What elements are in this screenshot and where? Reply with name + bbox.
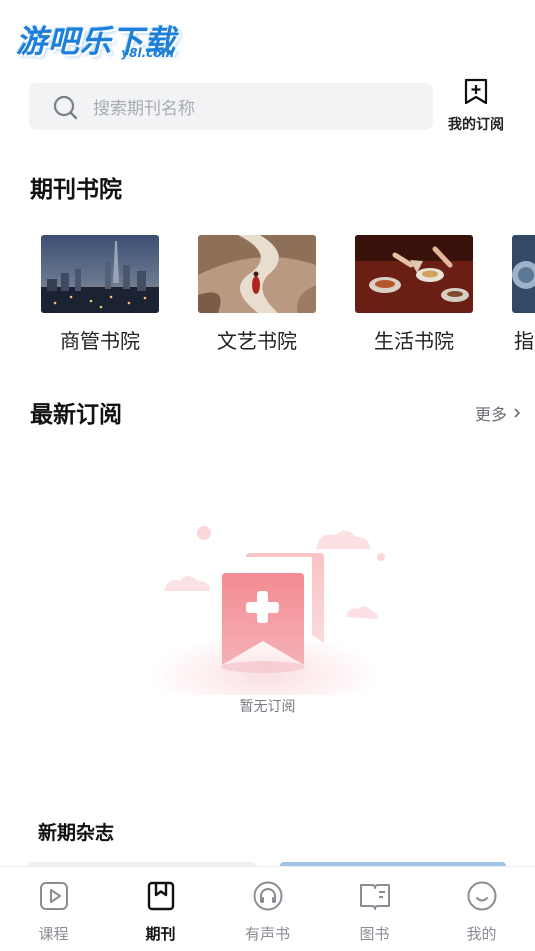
academy-card-arts[interactable]: 文艺书院 <box>198 235 316 354</box>
section-title-new-issues: 新期杂志 <box>38 818 115 847</box>
bookmark-plus-icon <box>463 78 489 110</box>
academy-thumb-partial <box>512 235 535 313</box>
headphones-icon <box>252 880 284 916</box>
tab-label: 期刊 <box>145 925 176 943</box>
watermark-domain: y8l.com <box>121 46 174 60</box>
section-title-latest-text: 最新订阅 <box>30 401 122 428</box>
academy-carousel[interactable]: 商管书院 文艺书院 生活书院 指 <box>41 235 535 365</box>
empty-state-text: 暂无订阅 <box>239 699 296 715</box>
tab-audiobooks[interactable]: 有声书 <box>214 867 321 951</box>
search-icon <box>51 92 81 122</box>
section-title-academies: 期刊书院 <box>30 170 122 206</box>
section-title-academies-text: 期刊书院 <box>30 176 122 203</box>
my-subscriptions-button[interactable]: 我的订阅 <box>440 78 512 138</box>
academy-card-business[interactable]: 商管书院 <box>41 235 159 354</box>
search-bar[interactable]: 搜索期刊名称 <box>29 83 433 130</box>
academy-thumb-dinner <box>355 235 473 313</box>
tab-label: 有声书 <box>244 925 290 943</box>
tab-books[interactable]: 图书 <box>321 867 428 951</box>
tab-label: 课程 <box>38 925 69 943</box>
search-placeholder: 搜索期刊名称 <box>93 99 195 119</box>
tab-courses[interactable]: 课程 <box>0 867 107 951</box>
tab-label: 图书 <box>359 925 390 943</box>
tab-journals[interactable]: 期刊 <box>107 867 214 951</box>
section-title-new-issues-text: 新期杂志 <box>38 822 115 844</box>
bookmark-square-icon <box>145 880 177 916</box>
watermark-logo: 游吧乐下载 y8l.com <box>16 16 186 68</box>
chevron-right-icon <box>513 404 521 423</box>
academy-card-life[interactable]: 生活书院 <box>355 235 473 354</box>
academy-label: 生活书院 <box>374 329 454 353</box>
my-subscriptions-label: 我的订阅 <box>448 117 504 133</box>
smile-icon <box>466 880 498 916</box>
academy-label: 文艺书院 <box>217 329 297 353</box>
tab-label: 我的 <box>466 925 497 943</box>
play-square-icon <box>38 880 70 916</box>
more-label: 更多 <box>474 405 507 424</box>
academy-card-partial[interactable]: 指 <box>512 235 535 354</box>
bottom-tab-bar: 课程 期刊 有声书 图书 我的 <box>0 866 535 951</box>
book-icon <box>358 880 392 916</box>
empty-subscription-illustration <box>150 515 390 717</box>
academy-thumb-city <box>41 235 159 313</box>
academy-label: 指 <box>514 329 534 353</box>
tab-profile[interactable]: 我的 <box>428 867 535 951</box>
academy-thumb-desert <box>198 235 316 313</box>
academy-label: 商管书院 <box>60 329 140 353</box>
more-link[interactable]: 更多 <box>475 401 521 425</box>
section-title-latest: 最新订阅 <box>30 395 122 431</box>
